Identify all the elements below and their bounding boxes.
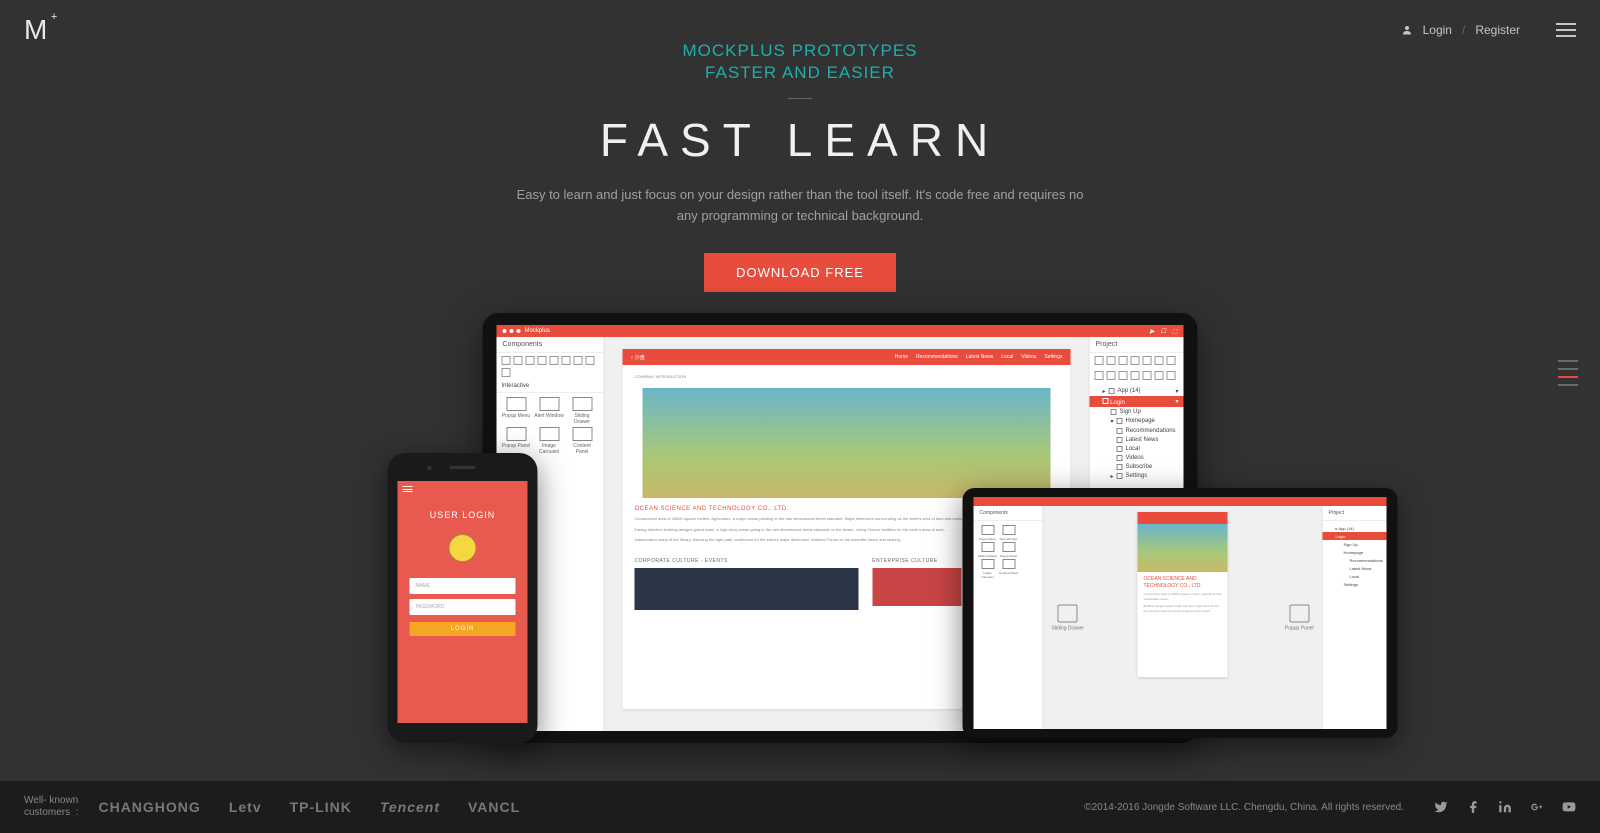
avatar — [449, 534, 477, 562]
user-icon — [1401, 24, 1413, 36]
customer-logos: CHANGHONG Letv TP-LINK Tencent VANCL — [98, 799, 520, 815]
youtube-icon[interactable] — [1562, 800, 1576, 814]
register-link[interactable]: Register — [1475, 23, 1520, 37]
password-input: PASSWORD — [410, 599, 516, 615]
menu-button[interactable] — [1556, 23, 1576, 37]
hamburger-icon — [403, 486, 413, 492]
customers-label: Well- knowncustomers : — [24, 795, 78, 819]
copyright: ©2014-2016 Jongde Software LLC. Chengdu,… — [1084, 802, 1404, 813]
headline: FAST LEARN — [0, 113, 1600, 167]
name-input: NAME — [410, 578, 516, 594]
hero-image — [643, 388, 1051, 498]
login-button: LOGIN — [410, 622, 516, 636]
login-link[interactable]: Login — [1423, 23, 1452, 37]
linkedin-icon[interactable] — [1498, 800, 1512, 814]
twitter-icon[interactable] — [1434, 800, 1448, 814]
auth-separator: / — [1462, 23, 1465, 37]
tool-row — [497, 353, 604, 380]
login-title: USER LOGIN — [398, 510, 528, 520]
app-titlebar: Mockplus ▶☐⬚ — [497, 325, 1184, 337]
device-tablet: Components Popup Menu Alert Window Slidi… — [963, 488, 1398, 738]
facebook-icon[interactable] — [1466, 800, 1480, 814]
section-indicator[interactable] — [1558, 360, 1578, 386]
tagline: MOCKPLUS PROTOTYPES FASTER AND EASIER — [0, 40, 1600, 84]
googleplus-icon[interactable] — [1530, 800, 1544, 814]
device-showcase: Mockplus ▶☐⬚ Components Interactive Popu… — [388, 313, 1213, 743]
divider — [788, 98, 812, 99]
device-phone: USER LOGIN NAME PASSWORD LOGIN — [388, 453, 538, 743]
download-button[interactable]: DOWNLOAD FREE — [704, 253, 896, 292]
subtext: Easy to learn and just focus on your des… — [510, 185, 1090, 227]
